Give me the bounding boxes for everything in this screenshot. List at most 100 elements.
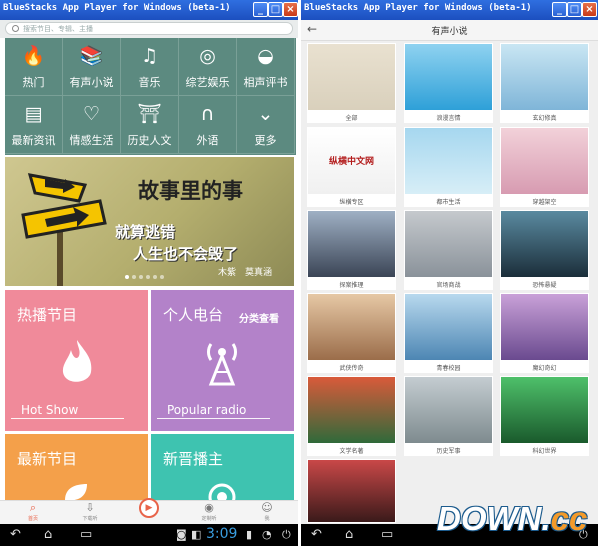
category-card[interactable]: 科幻世界 [500, 376, 589, 456]
close-button[interactable]: × [283, 2, 298, 17]
category-label: 更多 [254, 134, 277, 147]
latest-shows-tile[interactable]: 最新节目 [5, 434, 148, 500]
pager-dot[interactable] [153, 275, 157, 279]
share-icon[interactable]: ◧ [191, 527, 201, 543]
category-3[interactable]: ◎ 综艺娱乐 [179, 38, 237, 96]
category-label: 探案推理 [339, 282, 364, 289]
cover-image [308, 44, 395, 110]
category-5[interactable]: ▤ 最新资讯 [5, 96, 63, 154]
camera-icon[interactable]: ◙ [176, 527, 187, 543]
left-window-title: BlueStacks App Player for Windows (beta-… [3, 3, 231, 13]
tile-title: 最新节目 [17, 450, 78, 468]
road-sign-icon [21, 173, 107, 286]
cover-image [405, 44, 492, 110]
divider [157, 418, 270, 419]
chevron-down-icon: ⌄ [257, 103, 274, 125]
category-9[interactable]: ⌄ 更多 [237, 96, 295, 154]
cover-image [308, 377, 395, 443]
category-label: 情感生活 [69, 134, 114, 147]
category-card[interactable]: 武侠传奇 [307, 293, 396, 373]
browse-categories-link[interactable]: 分类查看 [239, 310, 279, 325]
maximize-button[interactable]: □ [268, 2, 283, 17]
category-label: 相声评书 [243, 76, 288, 89]
category-card[interactable]: 纵横中文网 纵横专区 [307, 127, 396, 207]
search-bar: 搜索节目、专辑、主播 [0, 20, 298, 38]
category-label: 浪漫言情 [436, 115, 461, 122]
banner-title: 故事里的事 [138, 178, 243, 203]
category-card[interactable]: 文学名著 [307, 376, 396, 456]
category-card[interactable] [307, 459, 396, 523]
cover-image [501, 128, 588, 194]
promo-banner[interactable]: 故事里的事 就算逃错 人生也不会毁了 木紫 莫真涵 [5, 157, 294, 286]
back-icon[interactable]: ↶ [311, 527, 322, 543]
radio-tower-icon [206, 343, 238, 386]
cover-image [405, 211, 492, 277]
cover-logo-text: 纵横中文网 [328, 157, 374, 167]
home-icon[interactable]: ⌂ [345, 527, 353, 543]
category-card[interactable]: 全部 [307, 43, 396, 123]
category-label: 文学名著 [339, 448, 364, 455]
cover-image [501, 294, 588, 360]
category-card[interactable]: 探案推理 [307, 210, 396, 290]
search-input[interactable]: 搜索节目、专辑、主播 [5, 22, 293, 35]
recent-apps-icon[interactable]: ▭ [381, 527, 393, 543]
category-4[interactable]: ◒ 相声评书 [237, 38, 295, 96]
pager-dot[interactable] [160, 275, 164, 279]
nav-download[interactable]: ⇩ 下载听 [65, 501, 115, 525]
category-card[interactable]: 历史军事 [404, 376, 493, 456]
minimize-button[interactable]: _ [552, 2, 567, 17]
power-icon[interactable]: ⏻ [282, 527, 291, 543]
category-card[interactable]: 青春校园 [404, 293, 493, 373]
back-icon[interactable]: ↶ [10, 527, 21, 543]
category-7[interactable]: ⛩ 历史人文 [121, 96, 179, 154]
nav-label: 我 [264, 516, 270, 522]
headphones-icon: ∩ [200, 103, 215, 125]
leaf-icon [65, 484, 87, 500]
film-reel-icon: ◎ [199, 45, 216, 67]
new-hosts-tile[interactable]: 新晋播主 [151, 434, 294, 500]
category-label: 玄幻修真 [532, 115, 557, 122]
tile-subtitle: Hot Show [21, 403, 79, 417]
pager-dot[interactable] [125, 275, 129, 279]
search-icon: ⌕ [29, 501, 37, 514]
right-titlebar: BlueStacks App Player for Windows (beta-… [301, 0, 598, 20]
banner-pager[interactable] [125, 264, 167, 283]
nav-me[interactable]: ☺ 我 [242, 501, 292, 525]
pager-dot[interactable] [132, 275, 136, 279]
category-8[interactable]: ∩ 外语 [179, 96, 237, 154]
recent-apps-icon[interactable]: ▭ [80, 527, 92, 543]
book-icon: 📚 [79, 45, 104, 67]
minimize-button[interactable]: _ [253, 2, 268, 17]
pager-dot[interactable] [146, 275, 150, 279]
pager-dot[interactable] [139, 275, 143, 279]
nav-home[interactable]: ⌕ 首页 [8, 501, 58, 525]
nav-custom[interactable]: ◉ 定制听 [184, 501, 234, 525]
personal-radio-tile[interactable]: 个人电台 分类查看 Popular radio [151, 290, 294, 431]
category-card[interactable]: 官场商战 [404, 210, 493, 290]
play-button[interactable]: ▶ [139, 498, 159, 518]
category-card[interactable]: 魔幻奇幻 [500, 293, 589, 373]
fan-icon: ◒ [257, 45, 274, 67]
category-2[interactable]: ♫ 音乐 [121, 38, 179, 96]
category-label: 恐怖悬疑 [532, 282, 557, 289]
category-1[interactable]: 📚 有声小说 [63, 38, 121, 96]
category-card[interactable]: 恐怖悬疑 [500, 210, 589, 290]
clock: 3:09 [206, 526, 238, 542]
home-icon[interactable]: ⌂ [44, 527, 52, 543]
right-window-title: BlueStacks App Player for Windows (beta-… [304, 3, 532, 13]
category-6[interactable]: ♡ 情感生活 [63, 96, 121, 154]
maximize-button[interactable]: □ [567, 2, 582, 17]
cover-image [501, 211, 588, 277]
category-card[interactable]: 玄幻修真 [500, 43, 589, 123]
category-label: 全部 [345, 115, 358, 122]
category-label: 都市生活 [436, 199, 461, 206]
close-button[interactable]: × [582, 2, 597, 17]
category-card[interactable]: 浪漫言情 [404, 43, 493, 123]
category-0[interactable]: 🔥 热门 [5, 38, 63, 96]
banner-line2: 人生也不会毁了 [133, 245, 239, 263]
category-card[interactable]: 都市生活 [404, 127, 493, 207]
hot-show-tile[interactable]: 热播节目 Hot Show [5, 290, 148, 431]
nav-label: 首页 [27, 516, 38, 522]
heart-hands-icon: ♡ [82, 103, 101, 125]
category-card[interactable]: 穿越架空 [500, 127, 589, 207]
